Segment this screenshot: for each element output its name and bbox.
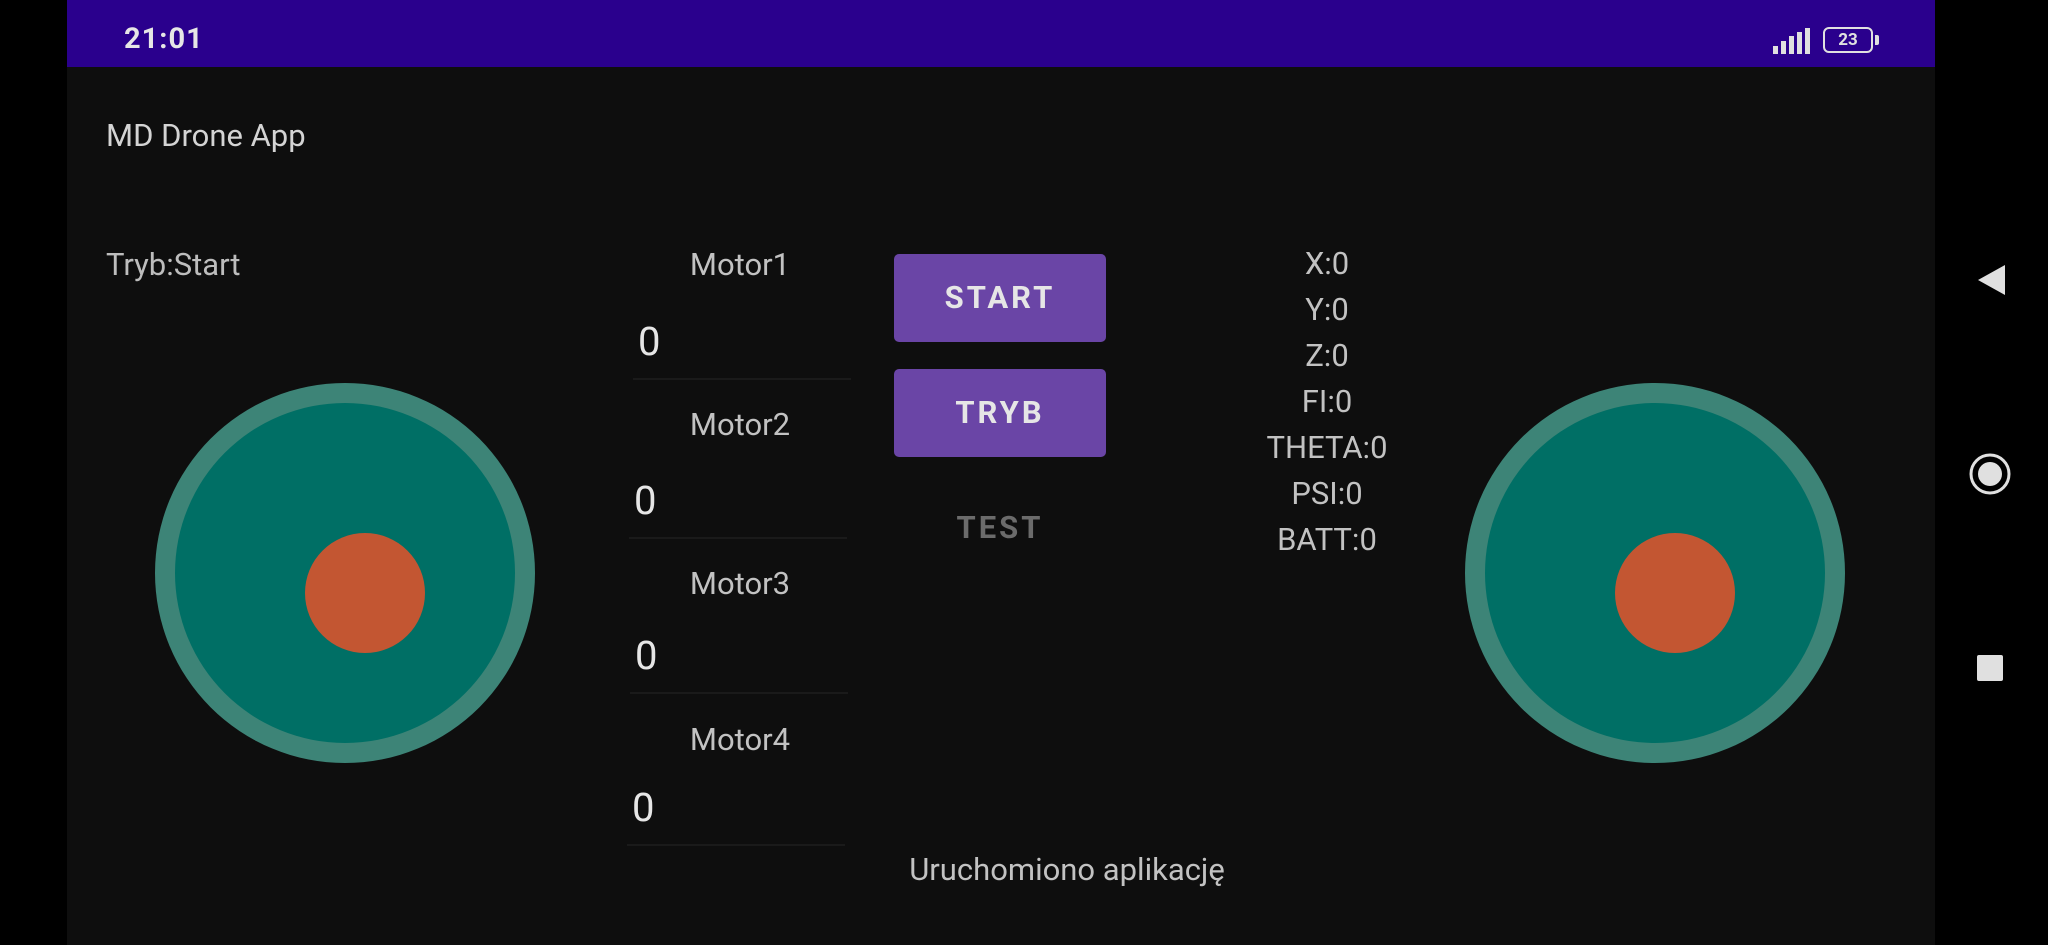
left-joystick-knob[interactable] (305, 533, 425, 653)
telemetry-batt: BATT:0 (1277, 521, 1377, 558)
status-bar: 21:01 23 (67, 0, 1935, 67)
status-time: 21:01 (124, 22, 204, 56)
motor1-label: Motor1 (689, 246, 791, 283)
motor1-field[interactable]: 0 (633, 318, 851, 380)
motor1-value: 0 (638, 318, 661, 365)
motor3-value: 0 (635, 632, 658, 679)
telemetry-x: X:0 (1304, 245, 1350, 282)
motor4-field[interactable]: 0 (627, 784, 845, 846)
motor3-label: Motor3 (689, 565, 791, 602)
left-joystick-base (175, 403, 515, 743)
telemetry-y: Y:0 (1305, 291, 1349, 328)
battery-icon: 23 (1823, 27, 1873, 53)
mode-label: Tryb:Start (106, 246, 241, 283)
motor3-field[interactable]: 0 (630, 632, 848, 694)
right-joystick-knob[interactable] (1615, 533, 1735, 653)
motor2-label: Motor2 (689, 406, 791, 443)
telemetry-z: Z:0 (1305, 337, 1349, 374)
home-icon[interactable] (1968, 452, 2012, 496)
right-joystick[interactable] (1465, 383, 1845, 763)
left-joystick[interactable] (155, 383, 535, 763)
motor2-value: 0 (634, 477, 657, 524)
motor4-label: Motor4 (689, 721, 791, 758)
telemetry-theta: THETA:0 (1266, 429, 1388, 466)
battery-tip (1875, 35, 1879, 45)
test-button[interactable]: TEST (894, 509, 1106, 549)
back-icon[interactable] (1975, 263, 2009, 297)
start-button[interactable]: START (894, 254, 1106, 342)
right-joystick-base (1485, 403, 1825, 743)
tryb-button[interactable]: TRYB (894, 369, 1106, 457)
recents-icon[interactable] (1976, 654, 2004, 682)
signal-icon (1773, 28, 1811, 54)
app-window: 21:01 23 MD Drone App Tryb:Start Motor1 … (67, 0, 1935, 945)
telemetry-fi: FI:0 (1301, 383, 1353, 420)
telemetry-psi: PSI:0 (1291, 475, 1363, 512)
motor2-field[interactable]: 0 (629, 477, 847, 539)
app-title: MD Drone App (106, 117, 306, 154)
navigation-bar (1935, 0, 2048, 945)
motor4-value: 0 (632, 784, 655, 831)
telemetry-panel: X:0 Y:0 Z:0 FI:0 THETA:0 PSI:0 BATT:0 (1167, 246, 1487, 568)
log-message: Uruchomiono aplikację (909, 851, 1225, 888)
